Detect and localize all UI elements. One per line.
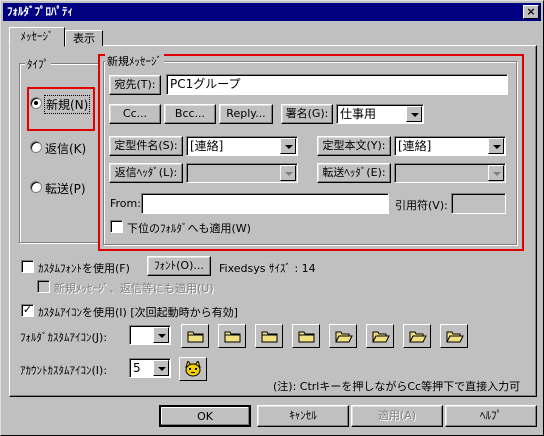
cc-button[interactable]: Cc... bbox=[109, 104, 161, 124]
chevron-down-icon[interactable] bbox=[406, 106, 422, 122]
window-title: ﾌｫﾙﾀﾞﾌﾟﾛﾊﾟﾃｨ bbox=[7, 5, 73, 18]
folder-icon-button[interactable] bbox=[292, 324, 320, 348]
folder-icon-button[interactable] bbox=[403, 324, 431, 348]
cat-face-icon bbox=[185, 361, 201, 377]
reply-header-button[interactable]: 返信ﾍｯﾀﾞ(L): bbox=[109, 163, 183, 183]
chevron-down-icon[interactable] bbox=[488, 138, 504, 154]
signature-button[interactable]: 署名(G): bbox=[281, 104, 333, 124]
radio-reply[interactable] bbox=[30, 141, 42, 153]
subject-select-value: [連絡] bbox=[190, 139, 224, 153]
from-field[interactable] bbox=[141, 193, 389, 214]
body-select-value: [連絡] bbox=[398, 139, 432, 153]
folder-icon-button[interactable] bbox=[440, 324, 468, 348]
folder-closed-icon bbox=[261, 331, 278, 343]
signature-select-value: 仕事用 bbox=[340, 107, 377, 121]
folder-open-icon bbox=[446, 331, 464, 343]
type-group-label: ﾀｲﾌﾟ bbox=[25, 56, 51, 72]
folder-open-icon bbox=[409, 331, 427, 343]
reply-header-select bbox=[186, 163, 298, 183]
quote-label: 引用符(V): bbox=[395, 199, 448, 212]
font-info: Fixedsys ｻｲｽﾞ : 14 bbox=[219, 262, 316, 275]
tab-display-label: 表示 bbox=[73, 32, 95, 45]
radio-forward-label[interactable]: 転送(P) bbox=[45, 180, 86, 197]
to-field[interactable]: PC1グループ bbox=[166, 74, 508, 95]
folder-icon-label: ﾌｫﾙﾀﾞｶｽﾀﾑｱｲｺﾝ(J): bbox=[20, 331, 108, 344]
chevron-down-icon[interactable] bbox=[153, 360, 169, 376]
apply-new-checkbox bbox=[37, 280, 50, 293]
custom-font-checkbox[interactable] bbox=[21, 260, 34, 273]
folder-open-icon bbox=[335, 331, 353, 343]
apply-button: 適用(A) bbox=[351, 405, 443, 427]
quote-field bbox=[451, 193, 506, 214]
chevron-down-icon[interactable] bbox=[153, 327, 169, 343]
chevron-down-icon bbox=[280, 165, 296, 181]
apply-subfolders-label[interactable]: 下位のﾌｫﾙﾀﾞへも適用(W) bbox=[127, 220, 251, 236]
tab-display[interactable]: 表示 bbox=[65, 30, 103, 46]
folder-open-icon bbox=[372, 331, 390, 343]
title-bar: ﾌｫﾙﾀﾞﾌﾟﾛﾊﾟﾃｨ × bbox=[3, 3, 541, 21]
font-button[interactable]: ﾌｫﾝﾄ(O)... bbox=[147, 256, 211, 276]
folder-closed-icon bbox=[187, 331, 204, 343]
custom-icon-checkbox[interactable]: ✓ bbox=[21, 304, 34, 317]
body-select[interactable]: [連絡] bbox=[394, 136, 506, 156]
folder-closed-icon bbox=[224, 331, 241, 343]
folder-icon-select[interactable] bbox=[129, 325, 171, 345]
forward-header-select bbox=[394, 163, 506, 183]
ok-button[interactable]: OK bbox=[159, 405, 251, 427]
folder-closed-icon bbox=[298, 331, 315, 343]
help-button[interactable]: ﾍﾙﾌﾟ bbox=[445, 405, 537, 427]
to-button[interactable]: 宛先(T): bbox=[109, 75, 161, 95]
custom-icon-label[interactable]: ｶｽﾀﾑｱｲｺﾝを使用(I) [次回起動時から有効] bbox=[38, 304, 238, 320]
chevron-down-icon[interactable] bbox=[280, 138, 296, 154]
folder-properties-dialog: ﾌｫﾙﾀﾞﾌﾟﾛﾊﾟﾃｨ × ﾒｯｾｰｼﾞ 表示 ﾀｲﾌﾟ 新規(N) 返信(K… bbox=[0, 0, 544, 436]
from-label: From: bbox=[110, 197, 141, 210]
folder-icon-button[interactable] bbox=[218, 324, 246, 348]
body-button[interactable]: 定型本文(Y): bbox=[317, 136, 391, 156]
radio-reply-label[interactable]: 返信(K) bbox=[45, 140, 86, 157]
subject-select[interactable]: [連絡] bbox=[186, 136, 298, 156]
custom-font-label[interactable]: ｶｽﾀﾑﾌｫﾝﾄを使用(F) bbox=[38, 260, 130, 276]
reply-button[interactable]: Reply... bbox=[219, 104, 273, 124]
account-icon-label: ｱｶｳﾝﾄｶｽﾀﾑｱｲｺﾝ(I): bbox=[20, 364, 108, 377]
bcc-button[interactable]: Bcc... bbox=[164, 104, 216, 124]
folder-icon-button[interactable] bbox=[329, 324, 357, 348]
radio-new[interactable] bbox=[30, 97, 42, 109]
account-icon-button[interactable] bbox=[179, 357, 207, 381]
radio-forward[interactable] bbox=[30, 181, 42, 193]
folder-icon-button[interactable] bbox=[255, 324, 283, 348]
close-icon: × bbox=[526, 5, 536, 18]
signature-select[interactable]: 仕事用 bbox=[336, 104, 424, 124]
note-text: (注): Ctrlキーを押しながらCc等押下で直接入力可 bbox=[273, 380, 521, 393]
cancel-button[interactable]: ｷｬﾝｾﾙ bbox=[257, 405, 349, 427]
close-button[interactable]: × bbox=[523, 5, 539, 19]
tab-message[interactable]: ﾒｯｾｰｼﾞ bbox=[9, 27, 65, 47]
subject-button[interactable]: 定型件名(S): bbox=[109, 136, 183, 156]
tab-message-label: ﾒｯｾｰｼﾞ bbox=[20, 30, 54, 43]
account-icon-select-value: 5 bbox=[133, 361, 141, 375]
folder-icon-button[interactable] bbox=[181, 324, 209, 348]
chevron-down-icon bbox=[488, 165, 504, 181]
radio-new-label[interactable]: 新規(N) bbox=[43, 95, 91, 114]
account-icon-select[interactable]: 5 bbox=[129, 358, 171, 378]
forward-header-button[interactable]: 転送ﾍｯﾀﾞ(E): bbox=[317, 163, 391, 183]
apply-subfolders-checkbox[interactable] bbox=[110, 220, 123, 233]
folder-icon-button[interactable] bbox=[366, 324, 394, 348]
apply-new-label: 新規ﾒｯｾｰｼﾞ、返信等にも適用(U) bbox=[54, 282, 214, 295]
new-message-group-label: 新規ﾒｯｾｰｼﾞ bbox=[105, 53, 164, 69]
